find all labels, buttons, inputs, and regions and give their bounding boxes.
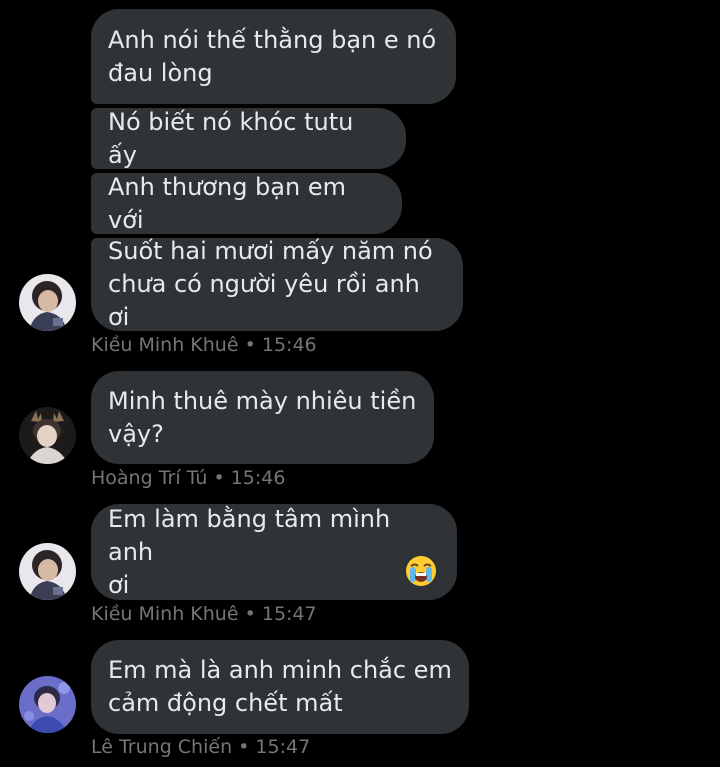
profile-photo-dark-hair-icon[interactable] bbox=[19, 274, 76, 331]
message-meta: Hoàng Trí Tú • 15:46 bbox=[91, 466, 285, 490]
timestamp: 15:46 bbox=[230, 467, 286, 489]
message-bubble[interactable]: Suốt hai mươi mấy năm nó chưa có người y… bbox=[91, 237, 463, 331]
message-meta: Lê Trung Chiến • 15:47 bbox=[91, 735, 310, 759]
message-bubble[interactable]: Anh thương bạn em với bbox=[91, 173, 402, 234]
message-meta: Kiều Minh Khuê • 15:47 bbox=[91, 602, 317, 626]
chat-thread: Anh nói thế thằng bạn e nó đau lòng Nó b… bbox=[0, 0, 720, 767]
separator-dot: • bbox=[244, 334, 256, 356]
sender-name[interactable]: Hoàng Trí Tú bbox=[91, 467, 207, 489]
timestamp: 15:47 bbox=[255, 736, 311, 758]
message-bubble[interactable]: Minh thuê mày nhiêu tiền vậy? bbox=[91, 371, 434, 464]
separator-dot: • bbox=[238, 736, 250, 758]
sender-name[interactable]: Kiều Minh Khuê bbox=[91, 603, 239, 625]
sender-name[interactable]: Kiều Minh Khuê bbox=[91, 334, 239, 356]
timestamp: 15:46 bbox=[261, 334, 317, 356]
loudly-crying-face-emoji-icon bbox=[404, 521, 438, 586]
profile-photo-dark-hair-icon[interactable] bbox=[19, 543, 76, 600]
profile-photo-antlers-icon[interactable] bbox=[19, 407, 76, 464]
message-bubble[interactable]: Nó biết nó khóc tutu ấy bbox=[91, 108, 406, 169]
separator-dot: • bbox=[213, 467, 225, 489]
message-text: Em làm bằng tâm mình anh ơi bbox=[108, 504, 391, 599]
message-bubble[interactable]: Em mà là anh minh chắc em cảm động chết … bbox=[91, 640, 469, 734]
message-meta: Kiều Minh Khuê • 15:46 bbox=[91, 333, 317, 357]
message-bubble[interactable]: Anh nói thế thằng bạn e nó đau lòng bbox=[91, 9, 456, 104]
separator-dot: • bbox=[244, 603, 256, 625]
timestamp: 15:47 bbox=[261, 603, 317, 625]
message-bubble[interactable]: Em làm bằng tâm mình anh ơi bbox=[91, 504, 457, 600]
profile-photo-purple-icon[interactable] bbox=[19, 676, 76, 733]
sender-name[interactable]: Lê Trung Chiến bbox=[91, 736, 232, 758]
